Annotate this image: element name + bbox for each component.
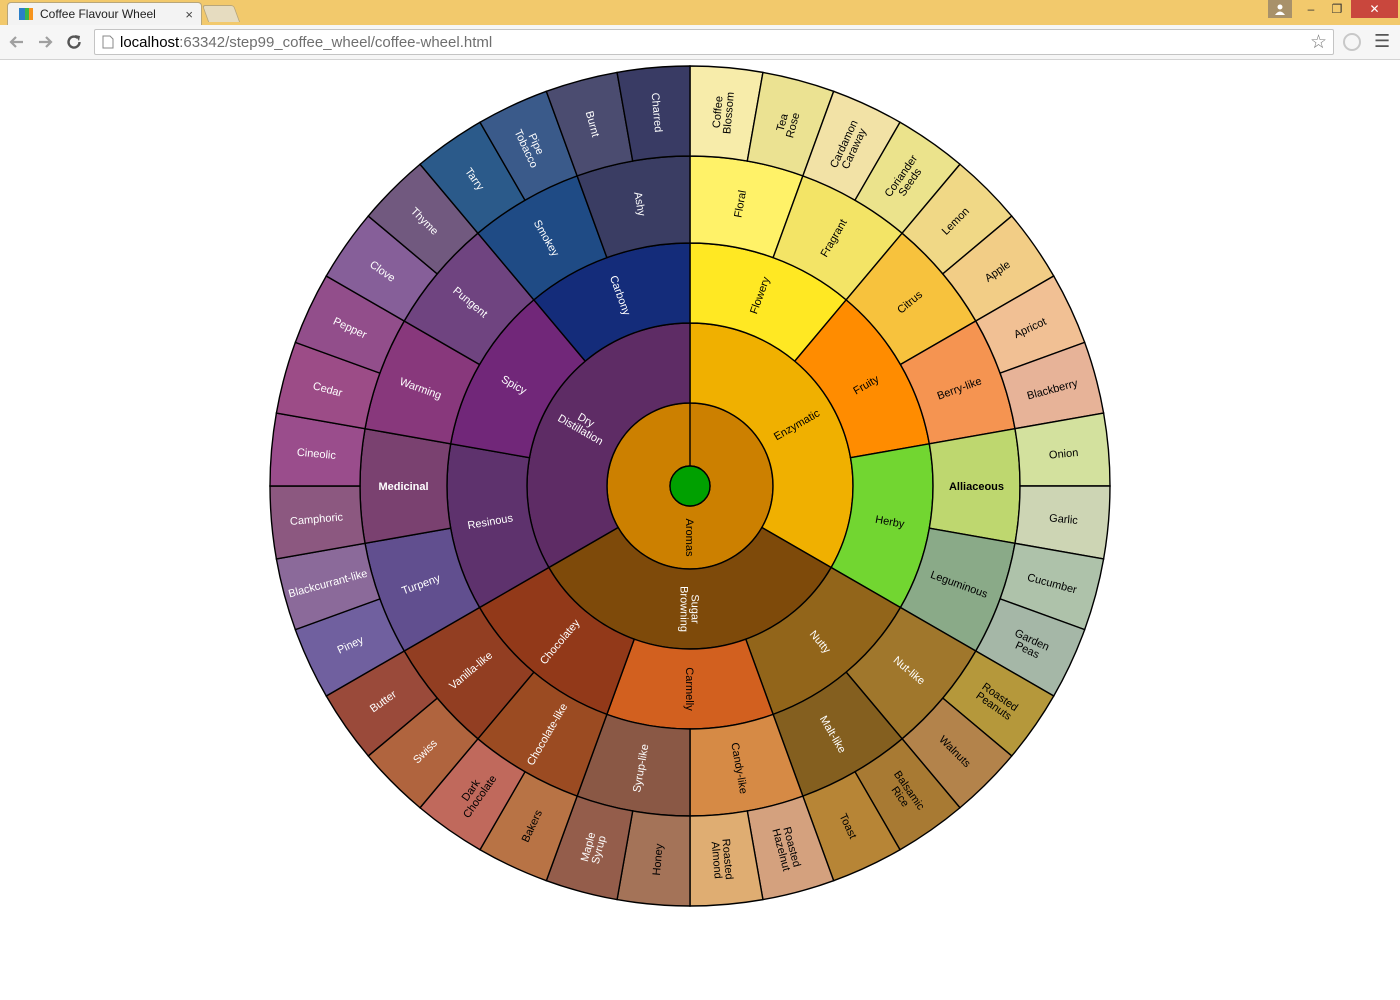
url-host: localhost — [120, 33, 180, 51]
browser-tab[interactable]: Coffee Flavour Wheel × — [7, 2, 202, 25]
arrow-right-icon[interactable] — [35, 32, 55, 52]
label-alliaceous: Alliaceous — [949, 481, 1004, 493]
label-carmelly: Carmelly — [683, 667, 695, 711]
minimize-button[interactable]: – — [1299, 0, 1323, 18]
maximize-button[interactable]: ❐ — [1325, 0, 1349, 18]
star-icon[interactable]: ☆ — [1310, 31, 1327, 54]
url-path: :63342/step99_coffee_wheel/coffee-wheel.… — [179, 33, 493, 51]
label-onion: Onion — [1049, 447, 1079, 462]
label-coffee-blossom: CoffeeBlossom — [710, 90, 737, 134]
hamburger-menu-icon[interactable]: ☰ — [1374, 31, 1390, 52]
label-roasted-almond: RoastedAlmond — [708, 838, 734, 881]
window-titlebar: Coffee Flavour Wheel × – ❐ ✕ — [0, 0, 1400, 25]
browser-toolbar: localhost:63342/step99_coffee_wheel/coff… — [0, 25, 1400, 60]
new-tab-button[interactable] — [201, 5, 241, 22]
tab-title: Coffee Flavour Wheel — [40, 7, 156, 21]
app-favicon-icon — [19, 8, 33, 20]
address-bar[interactable]: localhost:63342/step99_coffee_wheel/coff… — [94, 29, 1334, 55]
tab-close-icon[interactable]: × — [183, 7, 195, 22]
label-aromas: Aromas — [683, 519, 695, 557]
label-garlic: Garlic — [1049, 512, 1079, 527]
user-icon — [1275, 4, 1285, 15]
close-window-button[interactable]: ✕ — [1351, 0, 1398, 18]
page-content: Aromas Enzymatic SugarBrowning DryDistillat… — [0, 61, 1400, 1000]
arrow-left-icon[interactable] — [7, 32, 27, 52]
user-profile-button[interactable] — [1268, 0, 1292, 18]
page-icon — [102, 35, 114, 49]
coffee-flavour-wheel: AromasEnzymaticSugarBrowningDryDistillat… — [269, 65, 1111, 907]
wheel-root[interactable] — [669, 465, 711, 507]
extension-icon[interactable] — [1343, 33, 1361, 51]
reload-icon[interactable] — [64, 32, 84, 52]
label-medicinal: Medicinal — [378, 481, 428, 493]
